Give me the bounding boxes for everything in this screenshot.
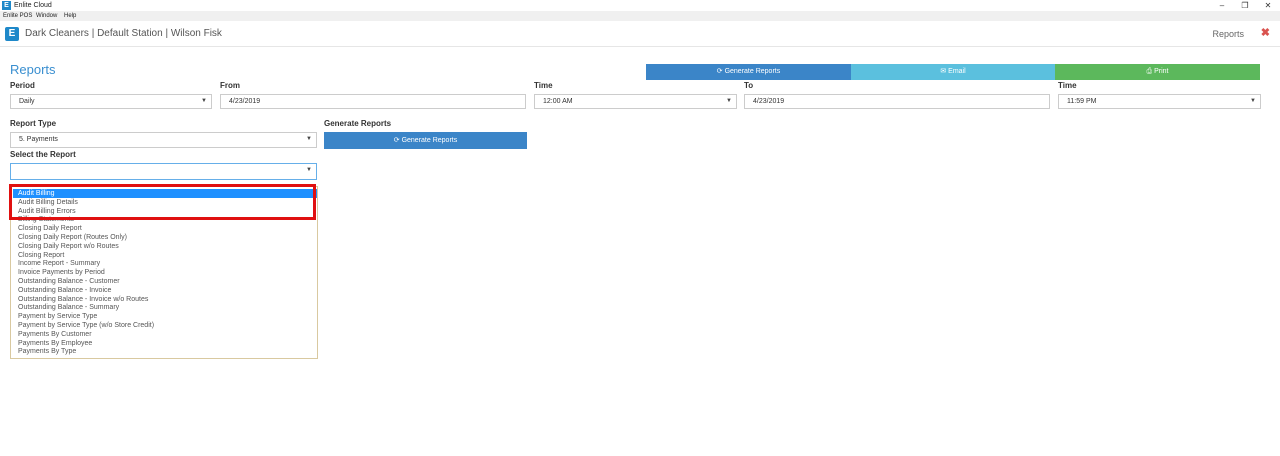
period-select[interactable]: Daily ▼ [10, 94, 212, 109]
report-type-label: Report Type [10, 119, 57, 128]
close-icon[interactable]: ✖ [1261, 26, 1270, 40]
generate-reports-section-label: Generate Reports [324, 119, 392, 128]
station-title: Dark Cleaners | Default Station | Wilson… [25, 28, 222, 39]
select-report-label: Select the Report [10, 150, 76, 159]
select-report-dropdown[interactable]: ▼ [10, 163, 317, 180]
reports-link[interactable]: Reports [1212, 27, 1244, 41]
restore-button[interactable]: ❐ [1235, 0, 1255, 11]
chevron-down-icon: ▼ [201, 98, 207, 104]
highlight-box [9, 184, 316, 220]
window-title-bar: E Enlite Cloud – ❐ ✕ [0, 0, 1280, 11]
report-option[interactable]: Payments By Customer [18, 330, 92, 339]
app-header: E Dark Cleaners | Default Station | Wils… [0, 22, 1280, 47]
to-date-value: 4/23/2019 [753, 98, 785, 105]
time-from-label: Time [534, 81, 553, 90]
time-from-select[interactable]: 12:00 AM ▼ [534, 94, 737, 109]
time-to-select[interactable]: 11:59 PM ▼ [1058, 94, 1261, 109]
chevron-down-icon: ▼ [726, 98, 732, 104]
minimize-button[interactable]: – [1212, 0, 1232, 11]
report-option[interactable]: Invoice Payments by Period [18, 268, 105, 277]
period-label: Period [10, 81, 35, 90]
menu-help[interactable]: Help [64, 11, 76, 21]
chevron-down-icon: ▼ [1250, 98, 1256, 104]
page-title: Reports [10, 62, 56, 77]
report-option[interactable]: Payments By Type [18, 347, 76, 356]
report-option[interactable]: Closing Daily Report (Routes Only) [18, 233, 127, 242]
report-type-select[interactable]: 5. Payments ▼ [10, 132, 317, 148]
from-date-input[interactable]: 4/23/2019 [220, 94, 526, 109]
generate-reports-top-button[interactable]: ⟳ Generate Reports [646, 64, 851, 80]
time-to-value: 11:59 PM [1067, 98, 1097, 105]
refresh-icon: ⟳ [716, 68, 723, 75]
menu-bar: Enlite POS Window Help [0, 11, 1280, 21]
report-option[interactable]: Payments By Employee [18, 339, 92, 348]
time-from-value: 12:00 AM [543, 98, 573, 105]
close-window-button[interactable]: ✕ [1258, 0, 1278, 11]
period-value: Daily [19, 98, 35, 105]
window-title: Enlite Cloud [14, 2, 52, 9]
generate-reports-button[interactable]: ⟳ Generate Reports [324, 132, 527, 149]
report-option[interactable]: Closing Daily Report w/o Routes [18, 242, 119, 251]
report-option[interactable]: Payment by Service Type [18, 312, 97, 321]
chevron-down-icon: ▼ [306, 167, 312, 173]
menu-window[interactable]: Window [36, 11, 57, 21]
time-to-label: Time [1058, 81, 1077, 90]
to-label: To [744, 81, 754, 90]
enlite-logo-icon: E [5, 27, 19, 41]
generate-reports-label: Generate Reports [724, 68, 781, 75]
chevron-down-icon: ▼ [306, 136, 312, 142]
report-option[interactable]: Outstanding Balance - Summary [18, 303, 119, 312]
app-icon: E [2, 1, 11, 10]
report-option[interactable]: Closing Daily Report [18, 224, 82, 233]
email-label: Email [948, 68, 966, 75]
envelope-icon: ✉ [940, 68, 947, 75]
report-option[interactable]: Outstanding Balance - Invoice w/o Routes [18, 295, 148, 304]
report-option[interactable]: Closing Report [18, 251, 64, 260]
menu-enlite-pos[interactable]: Enlite POS [3, 11, 32, 21]
report-option[interactable]: Outstanding Balance - Customer [18, 277, 120, 286]
print-label: Print [1154, 68, 1169, 75]
refresh-icon: ⟳ [393, 137, 400, 144]
printer-icon: ⎙ [1146, 68, 1153, 75]
report-type-value: 5. Payments [19, 136, 58, 143]
to-date-input[interactable]: 4/23/2019 [744, 94, 1050, 109]
from-date-value: 4/23/2019 [229, 98, 261, 105]
report-option[interactable]: Payment by Service Type (w/o Store Credi… [18, 321, 154, 330]
generate-reports-button-label: Generate Reports [401, 137, 458, 144]
from-label: From [220, 81, 240, 90]
report-option[interactable]: Outstanding Balance - Invoice [18, 286, 111, 295]
report-option[interactable]: Income Report - Summary [18, 259, 100, 268]
email-button[interactable]: ✉ Email [851, 64, 1055, 80]
print-button[interactable]: ⎙ Print [1055, 64, 1260, 80]
